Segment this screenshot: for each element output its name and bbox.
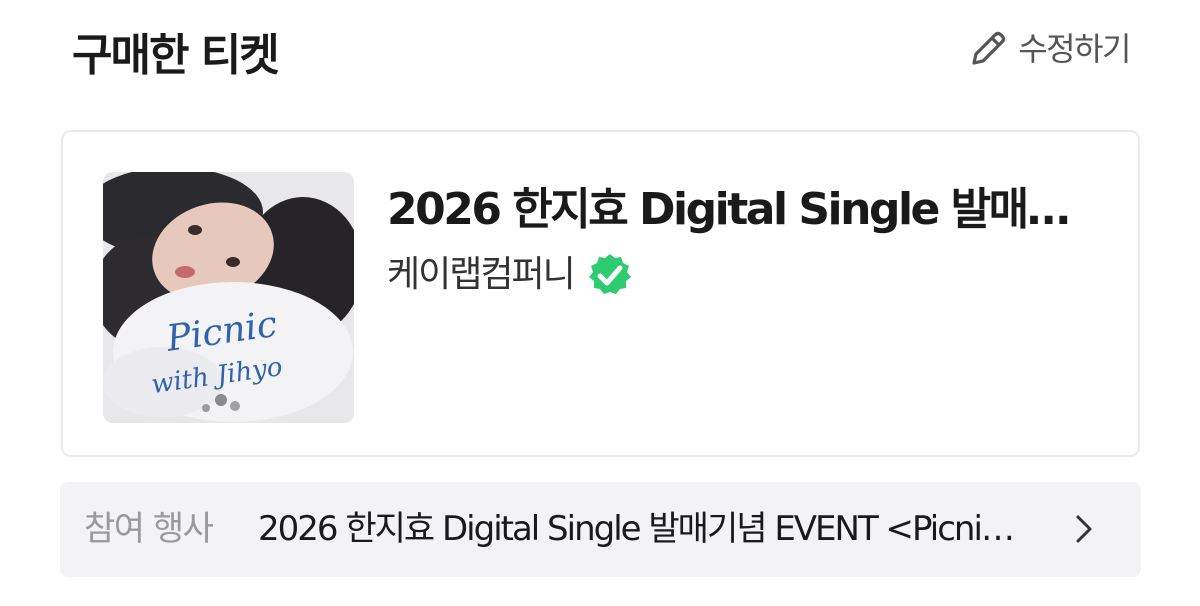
event-row-value: 2026 한지효 Digital Single 발매기념 EVENT <Picn…: [258, 509, 1024, 549]
organizer: 케이랩컴퍼니: [387, 250, 634, 300]
page: 구매한 티켓 수정하기 Picnic with Jihyo 2026 한지효 D…: [0, 0, 1200, 606]
event-row-label: 참여 행사: [84, 509, 214, 549]
pencil-icon: [972, 31, 1006, 65]
page-title: 구매한 티켓: [72, 30, 280, 81]
ticket-card[interactable]: Picnic with Jihyo 2026 한지효 Digital Singl…: [61, 130, 1140, 457]
ticket-title: 2026 한지효 Digital Single 발매기념 EVENT <Picn…: [387, 184, 1087, 235]
chevron-right-icon: [1076, 515, 1092, 543]
organizer-name: 케이랩컴퍼니: [387, 254, 576, 295]
event-thumbnail-image: Picnic with Jihyo: [103, 172, 354, 423]
edit-button[interactable]: 수정하기: [966, 26, 1131, 72]
header: 구매한 티켓 수정하기: [0, 0, 1200, 120]
verified-badge-icon: [588, 254, 631, 294]
edit-label: 수정하기: [1018, 30, 1131, 68]
event-row[interactable]: 참여 행사 2026 한지효 Digital Single 발매기념 EVENT…: [60, 482, 1141, 577]
event-thumbnail: Picnic with Jihyo: [103, 172, 354, 423]
